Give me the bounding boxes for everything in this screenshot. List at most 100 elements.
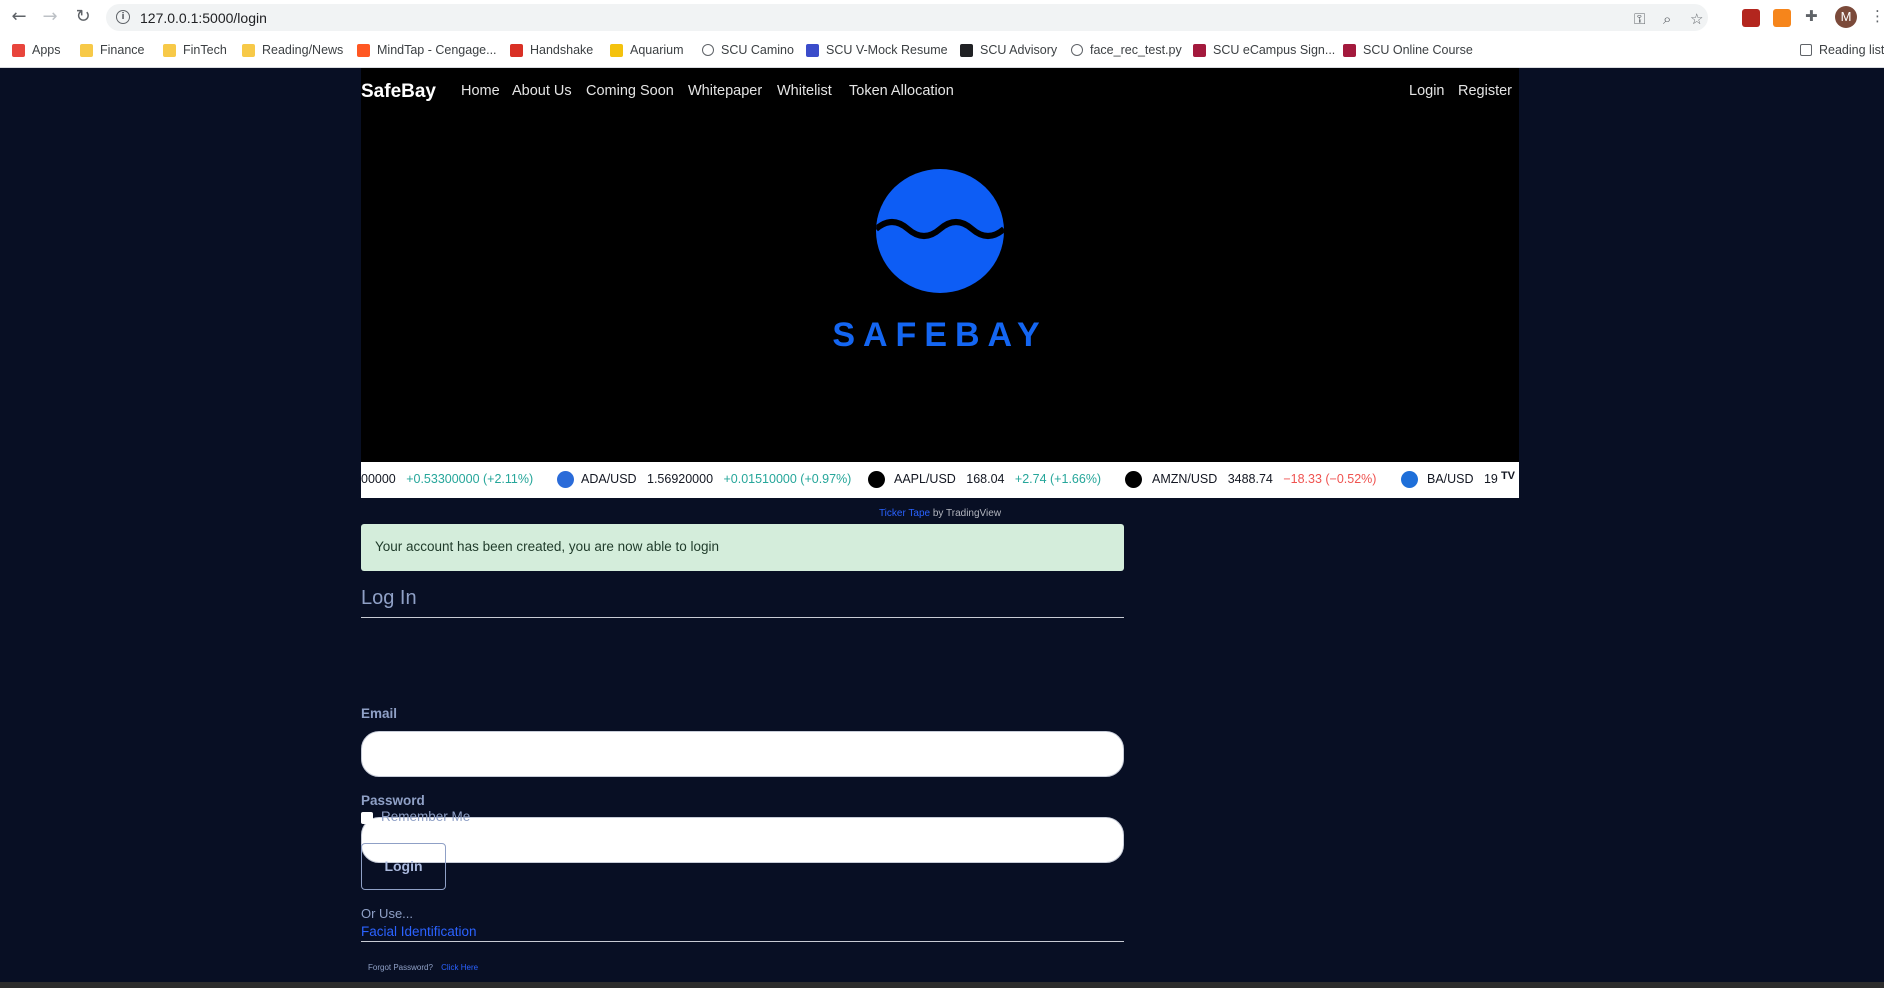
nav-login[interactable]: Login: [1409, 83, 1444, 99]
ticker-price: 19: [1483, 472, 1498, 486]
ticker-symbol: BA/USD: [1427, 472, 1474, 486]
facial-identification-link[interactable]: Facial Identification: [361, 924, 1124, 942]
site-info-icon[interactable]: i: [116, 10, 130, 24]
amazon-icon: [1125, 471, 1142, 488]
metamask-extension-icon[interactable]: [1773, 9, 1791, 27]
site-navbar: SafeBay Home About Us Coming Soon Whitep…: [361, 68, 1519, 112]
bookmark-label: Aquarium: [630, 43, 684, 57]
ticker-tape-link[interactable]: Ticker Tape: [879, 508, 930, 519]
bookmark-label: Finance: [100, 43, 145, 57]
login-button[interactable]: Login: [361, 843, 446, 890]
hero-banner: SAFEBAY: [361, 112, 1519, 462]
bookmark-star-icon[interactable]: ☆: [1690, 10, 1703, 28]
ticker-change: −18.33 (−0.52%): [1283, 472, 1377, 486]
ticker-item[interactable]: BA/USD 19: [1427, 472, 1498, 486]
success-alert: Your account has been created, you are n…: [361, 524, 1124, 571]
bookmark-item[interactable]: MindTap - Cengage...: [357, 43, 497, 57]
profile-avatar[interactable]: M: [1835, 6, 1857, 28]
forward-arrow-icon[interactable]: →: [39, 6, 61, 28]
ublock-extension-icon[interactable]: [1742, 9, 1760, 27]
remember-me-checkbox[interactable]: [361, 812, 373, 824]
nav-whitelist[interactable]: Whitelist: [777, 83, 832, 99]
ticker-item[interactable]: 00000 +0.53300000 (+2.11%): [361, 472, 533, 486]
globe-icon: [702, 44, 714, 56]
bottom-edge: [0, 982, 1884, 988]
apps-grid-icon: [12, 43, 25, 57]
folder-icon: [163, 43, 176, 57]
folder-icon: [242, 43, 255, 57]
bookmark-item[interactable]: SCU Advisory: [960, 43, 1057, 57]
bookmark-label: MindTap - Cengage...: [377, 43, 497, 57]
reading-list-label: Reading list: [1819, 43, 1884, 57]
mindtap-icon: [357, 43, 370, 57]
bookmark-label: SCU Advisory: [980, 43, 1058, 57]
scu-icon: [1193, 43, 1206, 57]
remember-me-label: Remember Me: [381, 809, 471, 824]
boeing-icon: [1401, 471, 1418, 488]
brand-logo[interactable]: SafeBay: [361, 81, 436, 103]
browser-toolbar: ← → ↻ i 127.0.0.1:5000/login ⚿ ⌕ ☆ ✚ M ⋮: [0, 0, 1884, 34]
nav-about-us[interactable]: About Us: [512, 83, 572, 99]
email-field[interactable]: [361, 731, 1124, 777]
nav-register[interactable]: Register: [1458, 83, 1512, 99]
reload-icon[interactable]: ↻: [72, 6, 94, 28]
ticker-price: 168.04: [966, 472, 1005, 486]
key-icon[interactable]: ⚿: [1634, 10, 1645, 28]
ticker-symbol: ADA/USD: [581, 472, 637, 486]
ticker-credit-text: by TradingView: [932, 508, 1002, 519]
tradingview-logo-icon[interactable]: TV: [1501, 470, 1515, 482]
bookmark-label: FinTech: [183, 43, 227, 57]
nav-coming-soon[interactable]: Coming Soon: [586, 83, 674, 99]
ticker-change: +2.74 (+1.66%): [1014, 472, 1102, 486]
hero-wordmark: SAFEBAY: [832, 316, 1048, 354]
forgot-password: Forgot Password? Click Here: [368, 963, 478, 972]
ticker-credit: Ticker Tape by TradingView: [361, 508, 1519, 519]
handshake-icon: [510, 43, 523, 57]
folder-icon: [80, 43, 93, 57]
ticker-change: +0.01510000 (+0.97%): [723, 472, 852, 486]
bookmark-item[interactable]: SCU eCampus Sign...: [1193, 43, 1335, 57]
ticker-price: 00000: [361, 472, 396, 486]
aquarium-icon: [610, 43, 623, 57]
apple-icon: [868, 471, 885, 488]
nav-token-allocation[interactable]: Token Allocation: [849, 83, 954, 99]
scu-icon: [1343, 43, 1356, 57]
cardano-icon: [557, 471, 574, 488]
nav-whitepaper[interactable]: Whitepaper: [688, 83, 762, 99]
bookmark-item[interactable]: face_rec_test.py: [1071, 43, 1182, 57]
back-arrow-icon[interactable]: ←: [8, 6, 30, 28]
address-url[interactable]: 127.0.0.1:5000/login: [140, 10, 267, 26]
email-label: Email: [361, 706, 398, 721]
bookmark-item[interactable]: SCU V-Mock Resume: [806, 43, 948, 57]
bookmark-item[interactable]: SCU Camino: [702, 43, 794, 57]
ticker-change: +0.53300000 (+2.11%): [406, 472, 534, 486]
nav-home[interactable]: Home: [461, 83, 500, 99]
bookmark-item[interactable]: SCU Online Course: [1343, 43, 1473, 57]
zoom-icon[interactable]: ⌕: [1663, 10, 1671, 28]
bookmark-label: SCU Online Course: [1363, 43, 1473, 57]
password-field[interactable]: [361, 817, 1124, 863]
bookmarks-bar: Reading list Apps Finance FinTech Reading/N…: [0, 34, 1884, 68]
wave-icon: [876, 219, 1004, 239]
bookmark-item[interactable]: Handshake: [510, 43, 593, 57]
ticker-tape[interactable]: 00000 +0.53300000 (+2.11%) ADA/USD 1.569…: [361, 462, 1519, 498]
bookmark-item[interactable]: Finance: [80, 43, 144, 57]
ticker-item[interactable]: AAPL/USD 168.04 +2.74 (+1.66%): [894, 472, 1101, 486]
extensions-puzzle-icon[interactable]: ✚: [1805, 7, 1818, 25]
bookmark-label: face_rec_test.py: [1090, 43, 1182, 57]
globe-icon: [1071, 44, 1083, 56]
bookmark-label: Handshake: [530, 43, 594, 57]
login-form-title: Log In: [361, 587, 1124, 618]
address-bar[interactable]: i 127.0.0.1:5000/login ⚿ ⌕ ☆: [106, 4, 1708, 31]
bookmark-item[interactable]: FinTech: [163, 43, 227, 57]
forgot-password-link[interactable]: Click Here: [441, 963, 478, 972]
bookmark-label: Reading/News: [262, 43, 344, 57]
bookmark-item[interactable]: Apps: [12, 43, 61, 57]
ticker-symbol: AAPL/USD: [894, 472, 956, 486]
browser-menu-icon[interactable]: ⋮: [1870, 7, 1884, 25]
ticker-item[interactable]: ADA/USD 1.56920000 +0.01510000 (+0.97%): [581, 472, 851, 486]
bookmark-item[interactable]: Aquarium: [610, 43, 684, 57]
ticker-item[interactable]: AMZN/USD 3488.74 −18.33 (−0.52%): [1152, 472, 1376, 486]
reading-list[interactable]: Reading list: [1800, 43, 1884, 57]
bookmark-item[interactable]: Reading/News: [242, 43, 343, 57]
